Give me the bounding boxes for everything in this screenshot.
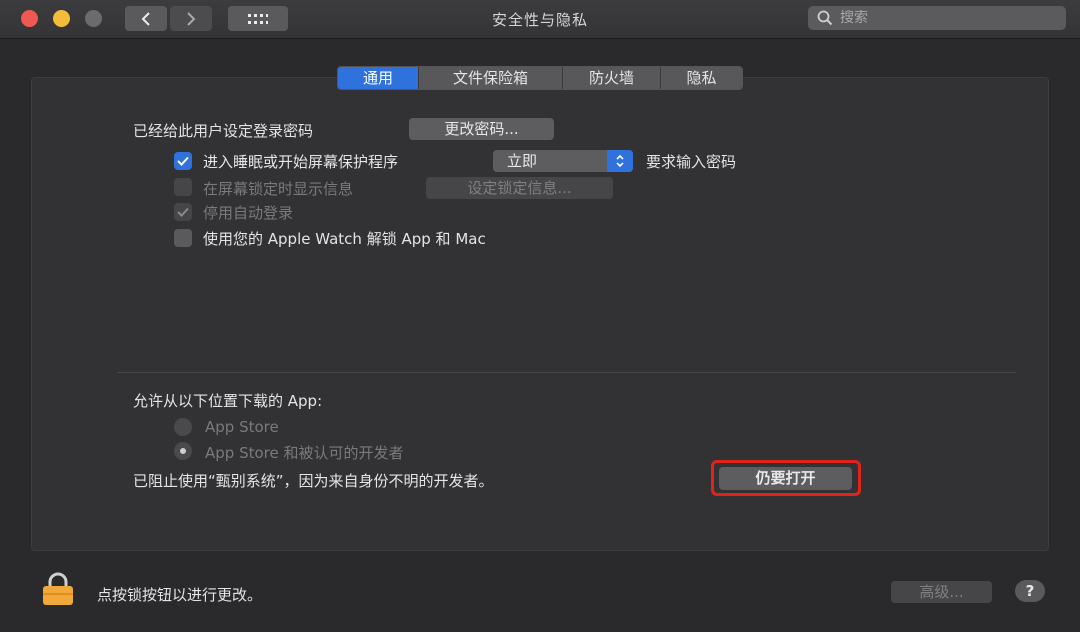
section-divider bbox=[117, 372, 1016, 373]
tab-firewall[interactable]: 防火墙 bbox=[563, 67, 661, 89]
lock-icon bbox=[43, 572, 73, 605]
tab-filevault[interactable]: 文件保险箱 bbox=[419, 67, 563, 89]
lock-instruction-text: 点按锁按钮以进行更改。 bbox=[97, 586, 263, 604]
search-field[interactable] bbox=[808, 6, 1066, 30]
updown-arrows-icon bbox=[607, 150, 633, 172]
radio-selected-dot bbox=[180, 448, 186, 454]
tab-general[interactable]: 通用 bbox=[338, 67, 419, 89]
help-button[interactable]: ? bbox=[1015, 580, 1045, 602]
highlight-box bbox=[711, 460, 861, 496]
search-input[interactable] bbox=[840, 10, 1040, 26]
require-password-suffix: 要求输入密码 bbox=[646, 153, 737, 171]
lock-message-checkbox[interactable] bbox=[174, 178, 192, 196]
require-password-checkbox[interactable] bbox=[174, 152, 192, 170]
select-value: 立即 bbox=[507, 152, 538, 170]
require-password-delay-select[interactable]: 立即 bbox=[493, 150, 633, 172]
lock-message-label: 在屏幕锁定时显示信息 bbox=[203, 180, 354, 198]
set-lock-message-button[interactable]: 设定锁定信息... bbox=[426, 177, 613, 199]
lock-button[interactable] bbox=[40, 572, 76, 606]
checkmark-icon bbox=[177, 156, 189, 166]
apple-watch-unlock-checkbox[interactable] bbox=[174, 229, 192, 247]
disable-auto-login-label: 停用自动登录 bbox=[203, 204, 294, 222]
password-set-label: 已经给此用户设定登录密码 bbox=[133, 122, 314, 140]
change-password-button[interactable]: 更改密码... bbox=[409, 118, 554, 140]
radio-app-store-label: App Store bbox=[205, 418, 279, 436]
radio-app-store-identified[interactable] bbox=[174, 442, 192, 460]
disable-auto-login-checkbox[interactable] bbox=[174, 203, 192, 221]
search-icon bbox=[817, 10, 833, 26]
allow-downloads-heading: 允许从以下位置下载的 App: bbox=[133, 392, 323, 410]
require-password-label: 进入睡眠或开始屏幕保护程序 bbox=[203, 153, 399, 171]
tab-bar: 通用 文件保险箱 防火墙 隐私 bbox=[337, 66, 743, 90]
title-bar: 安全性与隐私 bbox=[0, 0, 1080, 39]
blocked-app-message: 已阻止使用“甄别系统”，因为来自身份不明的开发者。 bbox=[133, 472, 494, 490]
apple-watch-unlock-label: 使用您的 Apple Watch 解锁 App 和 Mac bbox=[203, 230, 486, 248]
radio-app-store[interactable] bbox=[174, 418, 192, 436]
checkmark-icon bbox=[177, 207, 189, 217]
tab-privacy[interactable]: 隐私 bbox=[661, 67, 742, 89]
advanced-button[interactable]: 高级... bbox=[891, 581, 992, 603]
radio-app-store-identified-label: App Store 和被认可的开发者 bbox=[205, 444, 404, 462]
